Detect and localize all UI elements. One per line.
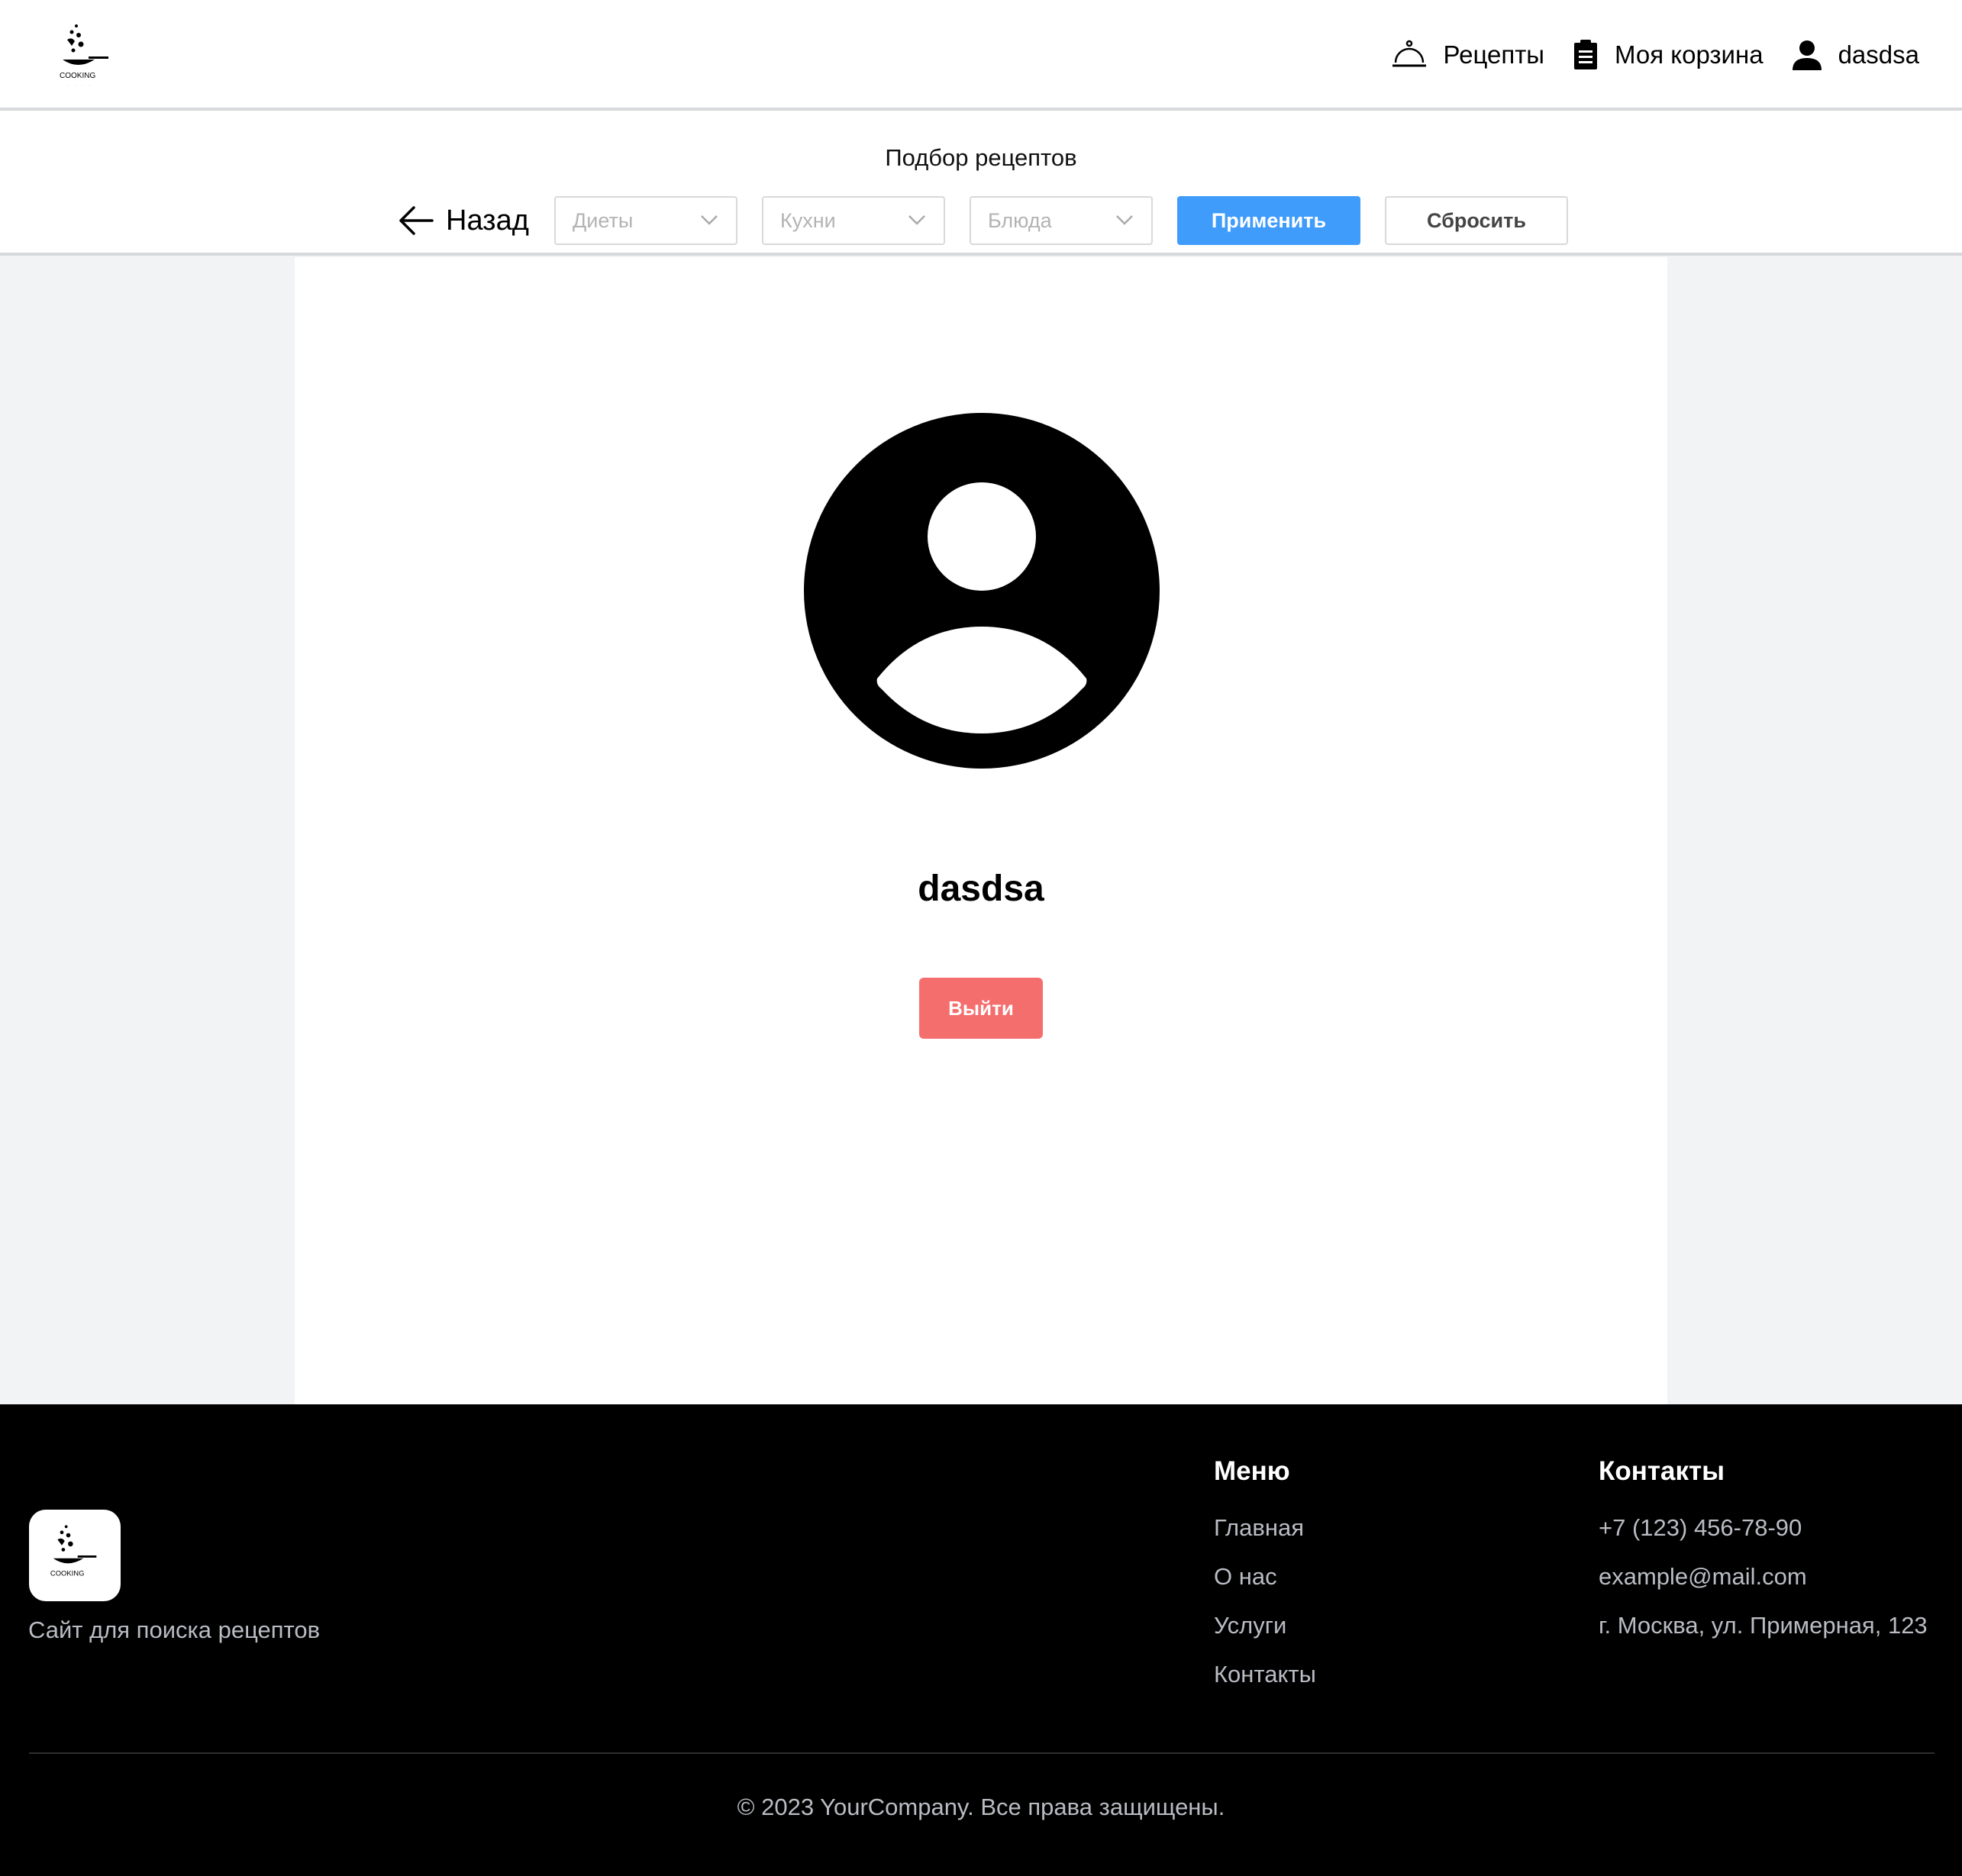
chevron-down-icon: [908, 215, 925, 225]
profile-panel: dasdsa Выйти: [295, 257, 1667, 1404]
cuisines-select[interactable]: Кухни: [762, 196, 945, 245]
footer-contacts-title: Контакты: [1599, 1456, 1725, 1486]
chevron-down-icon: [1116, 215, 1133, 225]
footer-menu: Меню Главная О нас Услуги Контакты: [1214, 1456, 1316, 1708]
profile-username: dasdsa: [918, 869, 1044, 909]
nav-profile-label: dasdsa: [1838, 40, 1919, 69]
footer-logo[interactable]: COOKING: [29, 1510, 121, 1601]
user-icon: [1792, 40, 1822, 70]
user-circle-icon: [804, 413, 1160, 769]
diets-select[interactable]: Диеты: [554, 196, 737, 245]
nav-recipes[interactable]: Рецепты: [1392, 40, 1545, 70]
filter-title: Подбор рецептов: [885, 144, 1077, 171]
main-nav: Рецепты Моя корзина dasdsa: [1392, 34, 1919, 76]
footer-link-services[interactable]: Услуги: [1214, 1610, 1316, 1659]
logo-pan-icon: COOKING · · · · ·: [60, 24, 108, 89]
site-footer: COOKING Сайт для поиска рецептов Меню Гл…: [0, 1404, 1962, 1876]
footer-contacts: Контакты +7 (123) 456-78-90 example@mail…: [1599, 1456, 1928, 1659]
nav-profile[interactable]: dasdsa: [1792, 40, 1919, 70]
back-button[interactable]: Назад: [399, 196, 529, 245]
footer-divider: [29, 1752, 1935, 1754]
footer-email: example@mail.com: [1599, 1563, 1807, 1590]
top-header: COOKING · · · · · Рецепты Моя корзина da…: [0, 0, 1962, 111]
nav-cart[interactable]: Моя корзина: [1573, 40, 1764, 70]
footer-phone: +7 (123) 456-78-90: [1599, 1514, 1802, 1541]
cuisines-placeholder: Кухни: [780, 209, 836, 232]
footer-link-contacts[interactable]: Контакты: [1214, 1659, 1316, 1708]
nav-cart-label: Моя корзина: [1615, 40, 1764, 69]
footer-menu-title: Меню: [1214, 1456, 1290, 1486]
clipboard-icon: [1574, 40, 1598, 69]
footer-address: г. Москва, ул. Примерная, 123: [1599, 1612, 1928, 1639]
svg-text:· · · · ·: · · · · ·: [61, 84, 92, 89]
footer-link-about[interactable]: О нас: [1214, 1562, 1316, 1610]
cooking-logo[interactable]: COOKING · · · · ·: [58, 21, 113, 92]
diets-placeholder: Диеты: [573, 209, 634, 232]
svg-text:COOKING: COOKING: [60, 72, 95, 80]
recipe-filter-bar: Подбор рецептов Назад Диеты Кухни Блюда …: [0, 111, 1962, 256]
logo-pan-icon: COOKING: [50, 1525, 97, 1578]
logout-button[interactable]: Выйти: [919, 978, 1043, 1039]
nav-recipes-label: Рецепты: [1443, 40, 1545, 69]
cloche-icon: [1392, 40, 1426, 67]
footer-tagline: Сайт для поиска рецептов: [28, 1617, 321, 1643]
arrow-left-icon: [399, 206, 434, 235]
chevron-down-icon: [701, 215, 718, 225]
reset-button[interactable]: Сбросить: [1385, 196, 1568, 245]
dishes-placeholder: Блюда: [988, 209, 1052, 232]
footer-copyright: © 2023 YourCompany. Все права защищены.: [737, 1794, 1225, 1820]
back-label: Назад: [446, 204, 529, 237]
svg-text:COOKING: COOKING: [50, 1569, 85, 1578]
footer-link-home[interactable]: Главная: [1214, 1513, 1316, 1562]
dishes-select[interactable]: Блюда: [970, 196, 1153, 245]
apply-button[interactable]: Применить: [1177, 196, 1360, 245]
